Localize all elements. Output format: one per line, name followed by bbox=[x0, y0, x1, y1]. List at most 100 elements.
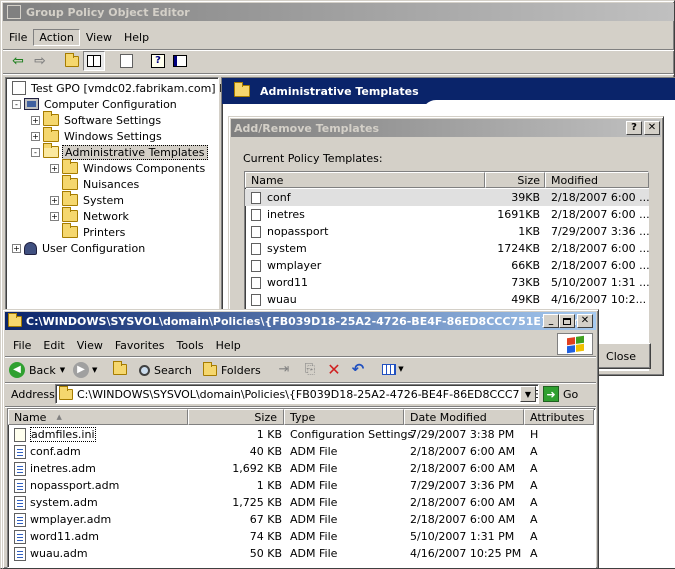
dialog-title-bar[interactable]: Add/Remove Templates bbox=[231, 119, 661, 137]
file-row[interactable]: wmplayer.adm 67 KB ADM File 2/18/2007 6:00 … bbox=[8, 511, 595, 528]
column-header-type[interactable]: Type bbox=[284, 409, 404, 425]
file-name: nopassport.adm bbox=[30, 479, 120, 492]
menu-file[interactable]: File bbox=[7, 339, 37, 352]
search-button[interactable]: Search bbox=[139, 359, 192, 381]
copy-to-icon[interactable]: ⎘ bbox=[299, 359, 321, 379]
template-row[interactable]: system 1724KB 2/18/2007 6:00 ... bbox=[245, 240, 649, 257]
collapse-icon[interactable]: - bbox=[12, 99, 21, 109]
tree-item[interactable]: Test GPO [vmdc02.fabrikam.com] Polic bbox=[12, 80, 246, 96]
expand-icon[interactable]: + bbox=[12, 243, 21, 253]
tree-item[interactable]: Nuisances bbox=[50, 175, 141, 192]
expand-icon[interactable]: + bbox=[50, 211, 59, 221]
go-button[interactable]: ➜ Go bbox=[543, 384, 578, 404]
maximize-button[interactable] bbox=[559, 314, 575, 328]
expand-icon[interactable]: + bbox=[31, 131, 40, 141]
column-header-size[interactable]: Size bbox=[485, 172, 545, 188]
template-size: 1724KB bbox=[497, 242, 540, 255]
column-header-size[interactable]: Size bbox=[188, 409, 284, 425]
tree-item[interactable]: + Windows Settings bbox=[31, 127, 164, 144]
forward-arrow-icon[interactable]: ⇨ bbox=[29, 51, 51, 71]
gpe-title-bar[interactable]: Group Policy Object Editor bbox=[3, 3, 674, 21]
template-row[interactable]: word11 73KB 5/10/2007 1:31 ... bbox=[245, 274, 649, 291]
file-size: 40 KB bbox=[249, 445, 282, 458]
address-label: Address bbox=[11, 388, 55, 401]
column-header-modified[interactable]: Modified bbox=[545, 172, 649, 188]
file-name: system.adm bbox=[30, 496, 98, 509]
forward-button[interactable]: ▶ ▼ bbox=[73, 359, 97, 381]
back-button[interactable]: ◀ Back ▼ bbox=[9, 359, 65, 381]
expand-icon[interactable]: + bbox=[50, 163, 59, 173]
help-icon[interactable]: ? bbox=[147, 51, 169, 71]
menu-action[interactable]: Action bbox=[33, 28, 80, 46]
dialog-close-btn[interactable]: Close bbox=[591, 343, 651, 369]
address-dropdown-button[interactable]: ▼ bbox=[520, 386, 536, 402]
explorer-window: C:\WINDOWS\SYSVOL\domain\Policies\{FB039… bbox=[2, 309, 599, 569]
file-row[interactable]: admfiles.ini 1 KB Configuration Settings 7/… bbox=[8, 426, 595, 443]
file-row[interactable]: nopassport.adm 1 KB ADM File 7/29/2007 3:36… bbox=[8, 477, 595, 494]
properties-icon[interactable] bbox=[169, 51, 191, 71]
explorer-title-bar[interactable]: C:\WINDOWS\SYSVOL\domain\Policies\{FB039… bbox=[5, 312, 596, 330]
file-row[interactable]: conf.adm 40 KB ADM File 2/18/2007 6:00 AM A bbox=[8, 443, 595, 460]
column-header-name[interactable]: Name bbox=[245, 172, 485, 188]
tree-item[interactable]: - Computer Configuration bbox=[12, 96, 179, 112]
menu-view[interactable]: View bbox=[71, 339, 109, 352]
template-row[interactable]: nopassport 1KB 7/29/2007 3:36 ... bbox=[245, 223, 649, 240]
file-row[interactable]: word11.adm 74 KB ADM File 5/10/2007 1:31 PM… bbox=[8, 528, 595, 545]
file-row[interactable]: system.adm 1,725 KB ADM File 2/18/2007 6:00… bbox=[8, 494, 595, 511]
tree-item[interactable]: + User Configuration bbox=[12, 240, 147, 256]
folder-icon bbox=[62, 175, 78, 190]
template-size: 66KB bbox=[511, 259, 540, 272]
template-size: 1KB bbox=[518, 225, 540, 238]
tree-item[interactable]: + System bbox=[50, 191, 126, 208]
expand-icon[interactable]: + bbox=[50, 195, 59, 205]
tree-item[interactable]: + Windows Components bbox=[50, 159, 207, 176]
file-name-cell: system.adm bbox=[14, 494, 186, 511]
up-folder-icon[interactable] bbox=[61, 51, 83, 71]
folder-icon bbox=[62, 191, 78, 206]
show-tree-icon[interactable] bbox=[83, 51, 105, 71]
tree-item[interactable]: + Software Settings bbox=[31, 111, 163, 128]
menu-favorites[interactable]: Favorites bbox=[109, 339, 171, 352]
move-to-icon[interactable]: ⇥ bbox=[273, 359, 295, 379]
tree-item[interactable]: Printers bbox=[50, 223, 127, 240]
menu-help[interactable]: Help bbox=[118, 31, 155, 44]
dialog-help-button[interactable]: ? bbox=[626, 121, 642, 135]
tree-item[interactable]: - Administrative Templates bbox=[31, 143, 208, 160]
column-header-attributes[interactable]: Attributes bbox=[524, 409, 594, 425]
export-list-icon[interactable] bbox=[115, 51, 137, 71]
template-row[interactable]: conf 39KB 2/18/2007 6:00 ... bbox=[245, 189, 649, 206]
tree-item[interactable]: + Network bbox=[50, 207, 131, 224]
address-bar[interactable]: C:\WINDOWS\SYSVOL\domain\Policies\{FB039… bbox=[55, 384, 539, 404]
file-row[interactable]: wuau.adm 50 KB ADM File 4/16/2007 10:25 PM A bbox=[8, 545, 595, 562]
menu-file[interactable]: File bbox=[3, 31, 33, 44]
current-templates-label: Current Policy Templates: bbox=[243, 152, 383, 165]
adm-file-icon bbox=[14, 478, 26, 493]
views-icon[interactable]: ▼ bbox=[379, 359, 407, 379]
delete-icon[interactable]: ✕ bbox=[323, 359, 345, 379]
menu-edit[interactable]: Edit bbox=[37, 339, 70, 352]
collapse-icon[interactable]: - bbox=[31, 147, 40, 157]
expand-icon[interactable]: + bbox=[31, 115, 40, 125]
menu-tools[interactable]: Tools bbox=[171, 339, 210, 352]
template-row[interactable]: wmplayer 66KB 2/18/2007 6:00 ... bbox=[245, 257, 649, 274]
up-folder-button[interactable] bbox=[109, 359, 131, 379]
column-header-name[interactable]: Name ▲ bbox=[8, 409, 188, 425]
file-row[interactable]: inetres.adm 1,692 KB ADM File 2/18/2007 6:0… bbox=[8, 460, 595, 477]
undo-icon[interactable]: ↶ bbox=[347, 359, 369, 379]
file-date: 7/29/2007 3:36 PM bbox=[410, 479, 515, 492]
minimize-button[interactable]: _ bbox=[543, 314, 559, 328]
menu-help[interactable]: Help bbox=[210, 339, 247, 352]
menu-view[interactable]: View bbox=[80, 31, 118, 44]
file-list[interactable]: Name ▲ Size Type Date Modified Attributes admf… bbox=[7, 408, 596, 568]
dialog-close-button[interactable]: ✕ bbox=[644, 121, 660, 135]
template-row[interactable]: inetres 1691KB 2/18/2007 6:00 ... bbox=[245, 206, 649, 223]
back-arrow-icon[interactable]: ⇦ bbox=[7, 51, 29, 71]
tree-item-label: Administrative Templates bbox=[62, 144, 208, 160]
file-type: ADM File bbox=[290, 445, 338, 458]
template-row[interactable]: wuau 49KB 4/16/2007 10:2... bbox=[245, 291, 649, 308]
folders-button[interactable]: Folders bbox=[203, 359, 261, 381]
column-header-date-modified[interactable]: Date Modified bbox=[404, 409, 524, 425]
close-button[interactable]: ✕ bbox=[577, 314, 593, 328]
template-size: 73KB bbox=[511, 276, 540, 289]
file-attributes: H bbox=[530, 428, 539, 441]
